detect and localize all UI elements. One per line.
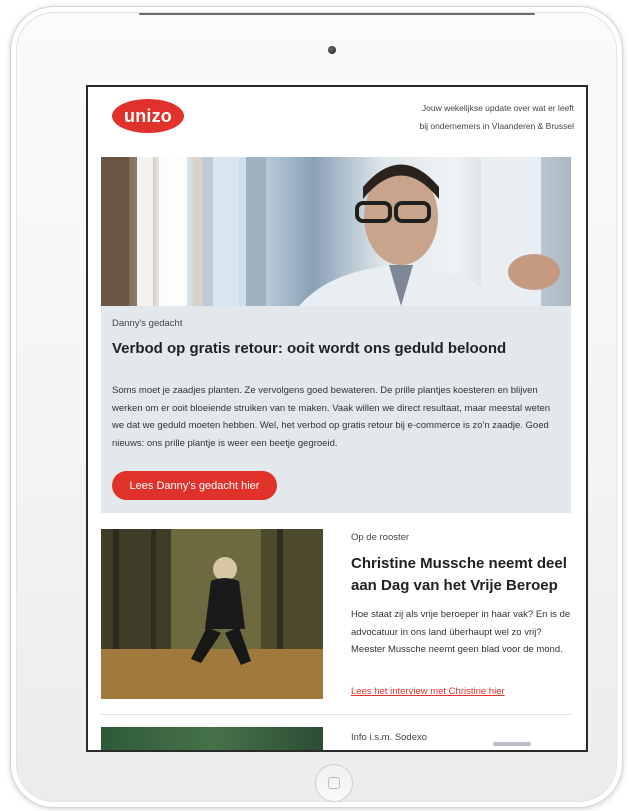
camera-icon <box>328 46 336 54</box>
article-eyebrow: Op de rooster <box>351 532 410 543</box>
unizo-logo[interactable]: unizo <box>112 99 184 133</box>
section-divider <box>101 714 571 715</box>
tagline-line-2: bij ondernemers in Vlaanderen & Brussel <box>419 121 574 131</box>
article-photo-illustration <box>101 529 323 699</box>
article-body: Hoe staat zij als vrije beroeper in haar… <box>351 609 571 655</box>
article-photo-christine <box>101 529 323 699</box>
hero-photo-illustration <box>101 157 560 306</box>
tablet-top-edge <box>139 13 535 15</box>
hero-photo-speaker <box>101 157 571 306</box>
next-article-eyebrow: Info i.s.m. Sodexo <box>351 732 428 743</box>
next-article-photo <box>101 727 323 750</box>
tablet-frame: unizo Jouw wekelijkse update over wat er… <box>10 6 623 808</box>
feature-body: Soms moet je zaadjes planten. Ze vervolg… <box>112 385 551 449</box>
article-interview-link[interactable]: Lees het interview met Christine hier <box>351 686 505 697</box>
feature-card: Danny's gedacht Verbod op gratis retour:… <box>101 306 571 513</box>
read-danny-button[interactable]: Lees Danny's gedacht hier <box>112 471 277 500</box>
feature-title: Verbod op gratis retour: ooit wordt ons … <box>112 340 507 357</box>
email-tagline: Jouw wekelijkse update over wat er leeft… <box>374 99 574 135</box>
feature-eyebrow: Danny's gedacht <box>112 318 183 329</box>
tagline-line-1: Jouw wekelijkse update over wat er leeft <box>421 103 574 113</box>
article-title: Christine Mussche neemt deel aan Dag van… <box>351 555 567 594</box>
home-button[interactable] <box>315 764 353 802</box>
scroll-indicator[interactable] <box>493 742 531 746</box>
email-screen: unizo Jouw wekelijkse update over wat er… <box>86 85 588 752</box>
home-square-icon <box>328 777 340 789</box>
